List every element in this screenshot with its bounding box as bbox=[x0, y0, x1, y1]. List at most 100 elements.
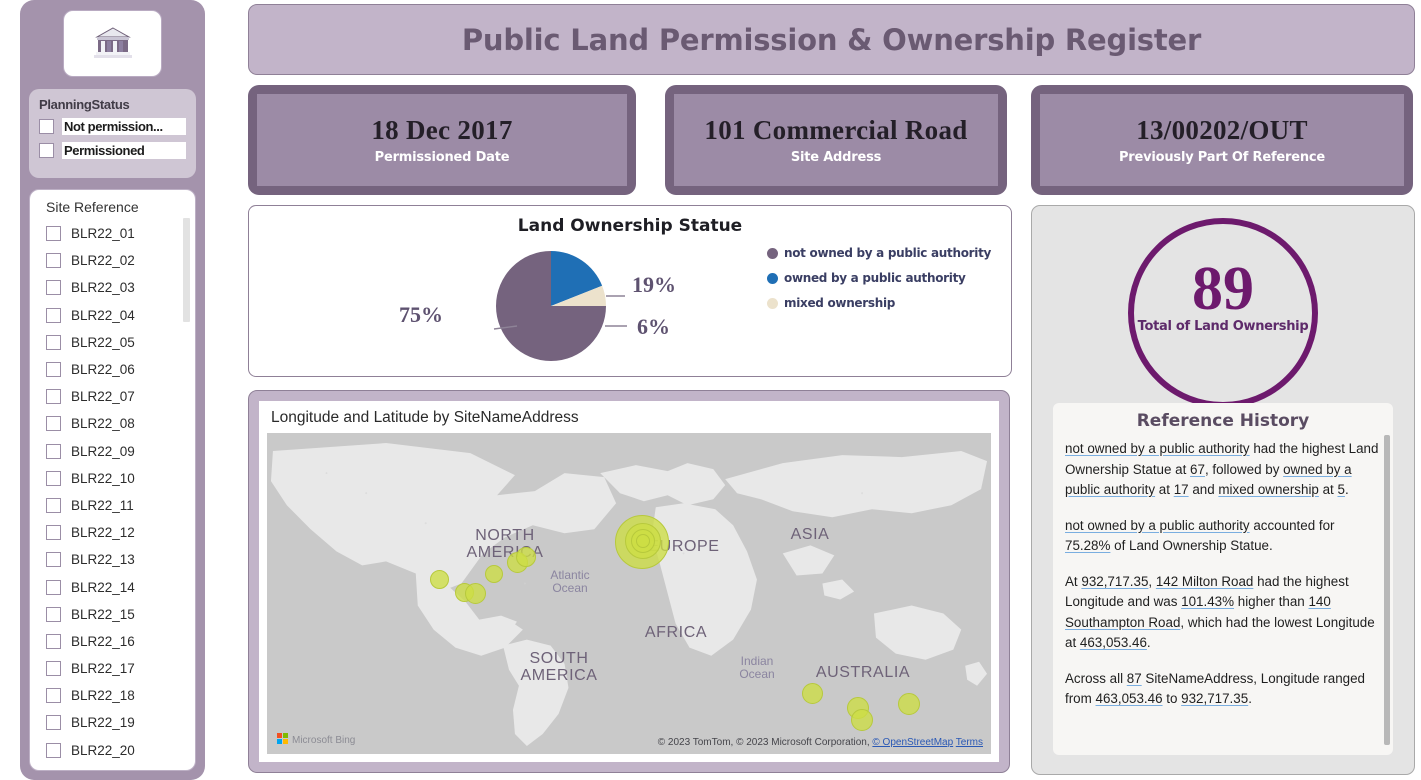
site-reference-item[interactable]: BLR22_02 bbox=[46, 247, 195, 274]
map-bubble[interactable] bbox=[485, 565, 503, 583]
map-bubble[interactable] bbox=[465, 583, 486, 604]
checkbox[interactable] bbox=[46, 443, 61, 459]
site-reference-item[interactable]: BLR22_04 bbox=[46, 302, 195, 329]
site-reference-item[interactable]: BLR22_08 bbox=[46, 410, 195, 437]
checkbox[interactable] bbox=[39, 119, 54, 134]
kpi-card-previously-part-of-reference: 13/00202/OUT Previously Part Of Referenc… bbox=[1031, 85, 1413, 195]
checkbox[interactable] bbox=[46, 334, 61, 350]
bing-logo-icon bbox=[277, 731, 288, 749]
legend-item[interactable]: mixed ownership bbox=[767, 296, 991, 310]
history-highlight[interactable]: 463,053.46 bbox=[1096, 691, 1163, 706]
checkbox[interactable] bbox=[46, 389, 61, 405]
site-reference-scrollbar[interactable] bbox=[183, 218, 190, 322]
history-paragraph: Across all 87 SiteNameAddress, Longitude… bbox=[1065, 669, 1381, 710]
map-terms-link[interactable]: Terms bbox=[956, 737, 983, 748]
site-reference-item[interactable]: BLR22_03 bbox=[46, 274, 195, 301]
map-label-south-america: SOUTH AMERICA bbox=[520, 650, 598, 684]
history-highlight[interactable]: not owned by a public authority bbox=[1065, 518, 1250, 533]
site-reference-item[interactable]: BLR22_10 bbox=[46, 465, 195, 492]
history-highlight[interactable]: 67 bbox=[1190, 462, 1205, 477]
site-reference-item[interactable]: BLR22_07 bbox=[46, 383, 195, 410]
planning-status-option-label: Permissioned bbox=[62, 142, 186, 159]
history-highlight[interactable]: 142 Milton Road bbox=[1156, 574, 1254, 589]
map-bubble[interactable] bbox=[898, 693, 920, 715]
site-reference-item[interactable]: BLR22_17 bbox=[46, 655, 195, 682]
site-reference-item[interactable]: BLR22_14 bbox=[46, 573, 195, 600]
checkbox[interactable] bbox=[46, 552, 61, 568]
checkbox[interactable] bbox=[46, 525, 61, 541]
kpi-label: Permissioned Date bbox=[374, 150, 510, 165]
site-reference-list: BLR22_01 BLR22_02 BLR22_03 BLR22_04 BLR22_05… bbox=[30, 220, 195, 764]
checkbox[interactable] bbox=[46, 362, 61, 378]
history-highlight[interactable]: 101.43% bbox=[1181, 594, 1234, 609]
map-bubble[interactable] bbox=[636, 534, 650, 548]
history-text: of Land Ownership Statue. bbox=[1110, 538, 1273, 553]
map-bubble[interactable] bbox=[430, 570, 449, 589]
checkbox[interactable] bbox=[39, 143, 54, 158]
checkbox[interactable] bbox=[46, 253, 61, 269]
site-reference-item-label: BLR22_01 bbox=[71, 226, 135, 242]
map-bubble[interactable] bbox=[851, 709, 873, 731]
legend-item[interactable]: not owned by a public authority bbox=[767, 246, 991, 260]
site-reference-item[interactable]: BLR22_19 bbox=[46, 709, 195, 736]
checkbox[interactable] bbox=[46, 280, 61, 296]
checkbox[interactable] bbox=[46, 661, 61, 677]
map-canvas[interactable]: NORTH AMERICA EUROPE ASIA AFRICA SOUTH AME… bbox=[267, 433, 991, 754]
site-reference-item[interactable]: BLR22_11 bbox=[46, 492, 195, 519]
checkbox[interactable] bbox=[46, 579, 61, 595]
history-highlight[interactable]: 17 bbox=[1174, 482, 1189, 497]
site-reference-item-label: BLR22_09 bbox=[71, 443, 135, 459]
history-paragraph: not owned by a public authority had the … bbox=[1065, 439, 1381, 501]
kpi-label: Previously Part Of Reference bbox=[1118, 150, 1326, 165]
planning-status-option-not-permissioned[interactable]: Not permission... bbox=[39, 118, 186, 135]
legend-label: not owned by a public authority bbox=[784, 246, 992, 260]
site-reference-item[interactable]: BLR22_05 bbox=[46, 329, 195, 356]
site-reference-item-label: BLR22_13 bbox=[71, 552, 135, 568]
checkbox[interactable] bbox=[46, 606, 61, 622]
site-reference-item[interactable]: BLR22_18 bbox=[46, 682, 195, 709]
pie-chart[interactable]: 75% 19% 6% bbox=[389, 244, 719, 369]
reference-history-card: Reference History not owned by a public … bbox=[1053, 403, 1393, 755]
checkbox[interactable] bbox=[46, 715, 61, 731]
checkbox[interactable] bbox=[46, 633, 61, 649]
checkbox[interactable] bbox=[46, 742, 61, 758]
checkbox[interactable] bbox=[46, 688, 61, 704]
site-reference-item[interactable]: BLR22_20 bbox=[46, 737, 195, 764]
site-reference-item[interactable]: BLR22_12 bbox=[46, 519, 195, 546]
history-highlight[interactable]: 75.28% bbox=[1065, 538, 1110, 553]
site-reference-item-label: BLR22_17 bbox=[71, 661, 135, 677]
world-landmass-svg bbox=[267, 433, 991, 754]
history-highlight[interactable]: 5 bbox=[1337, 482, 1344, 497]
site-reference-item[interactable]: BLR22_01 bbox=[46, 220, 195, 247]
brand-card[interactable] bbox=[63, 10, 162, 77]
reference-history-scrollbar[interactable] bbox=[1384, 435, 1390, 745]
checkbox[interactable] bbox=[46, 470, 61, 486]
site-reference-item[interactable]: BLR22_16 bbox=[46, 628, 195, 655]
planning-status-option-permissioned[interactable]: Permissioned bbox=[39, 142, 186, 159]
history-text: at bbox=[1318, 482, 1338, 497]
map-bubble[interactable] bbox=[516, 547, 536, 567]
site-reference-item[interactable]: BLR22_15 bbox=[46, 601, 195, 628]
checkbox[interactable] bbox=[46, 307, 61, 323]
history-highlight[interactable]: 932,717.35 bbox=[1081, 574, 1148, 589]
site-reference-item-label: BLR22_18 bbox=[71, 688, 135, 704]
checkbox[interactable] bbox=[46, 226, 61, 242]
checkbox[interactable] bbox=[46, 497, 61, 513]
pie-slice-label-1: 19% bbox=[632, 272, 676, 297]
history-text: . bbox=[1248, 691, 1252, 706]
history-highlight[interactable]: 932,717.35 bbox=[1181, 691, 1248, 706]
history-highlight[interactable]: 463,053.46 bbox=[1080, 635, 1147, 650]
site-reference-item[interactable]: BLR22_13 bbox=[46, 546, 195, 573]
legend-item[interactable]: owned by a public authority bbox=[767, 271, 991, 285]
summary-panel: 89 Total of Land Ownership Reference His… bbox=[1031, 205, 1415, 775]
site-reference-item[interactable]: BLR22_06 bbox=[46, 356, 195, 383]
history-highlight[interactable]: mixed ownership bbox=[1218, 482, 1318, 497]
checkbox[interactable] bbox=[46, 416, 61, 432]
history-highlight[interactable]: not owned by a public authority bbox=[1065, 441, 1250, 456]
history-highlight[interactable]: 87 bbox=[1127, 671, 1142, 686]
history-text: at bbox=[1155, 482, 1174, 497]
openstreetmap-link[interactable]: © OpenStreetMap bbox=[872, 737, 953, 748]
site-reference-item[interactable]: BLR22_09 bbox=[46, 438, 195, 465]
history-text: At bbox=[1065, 573, 1082, 589]
map-bubble[interactable] bbox=[802, 683, 823, 704]
